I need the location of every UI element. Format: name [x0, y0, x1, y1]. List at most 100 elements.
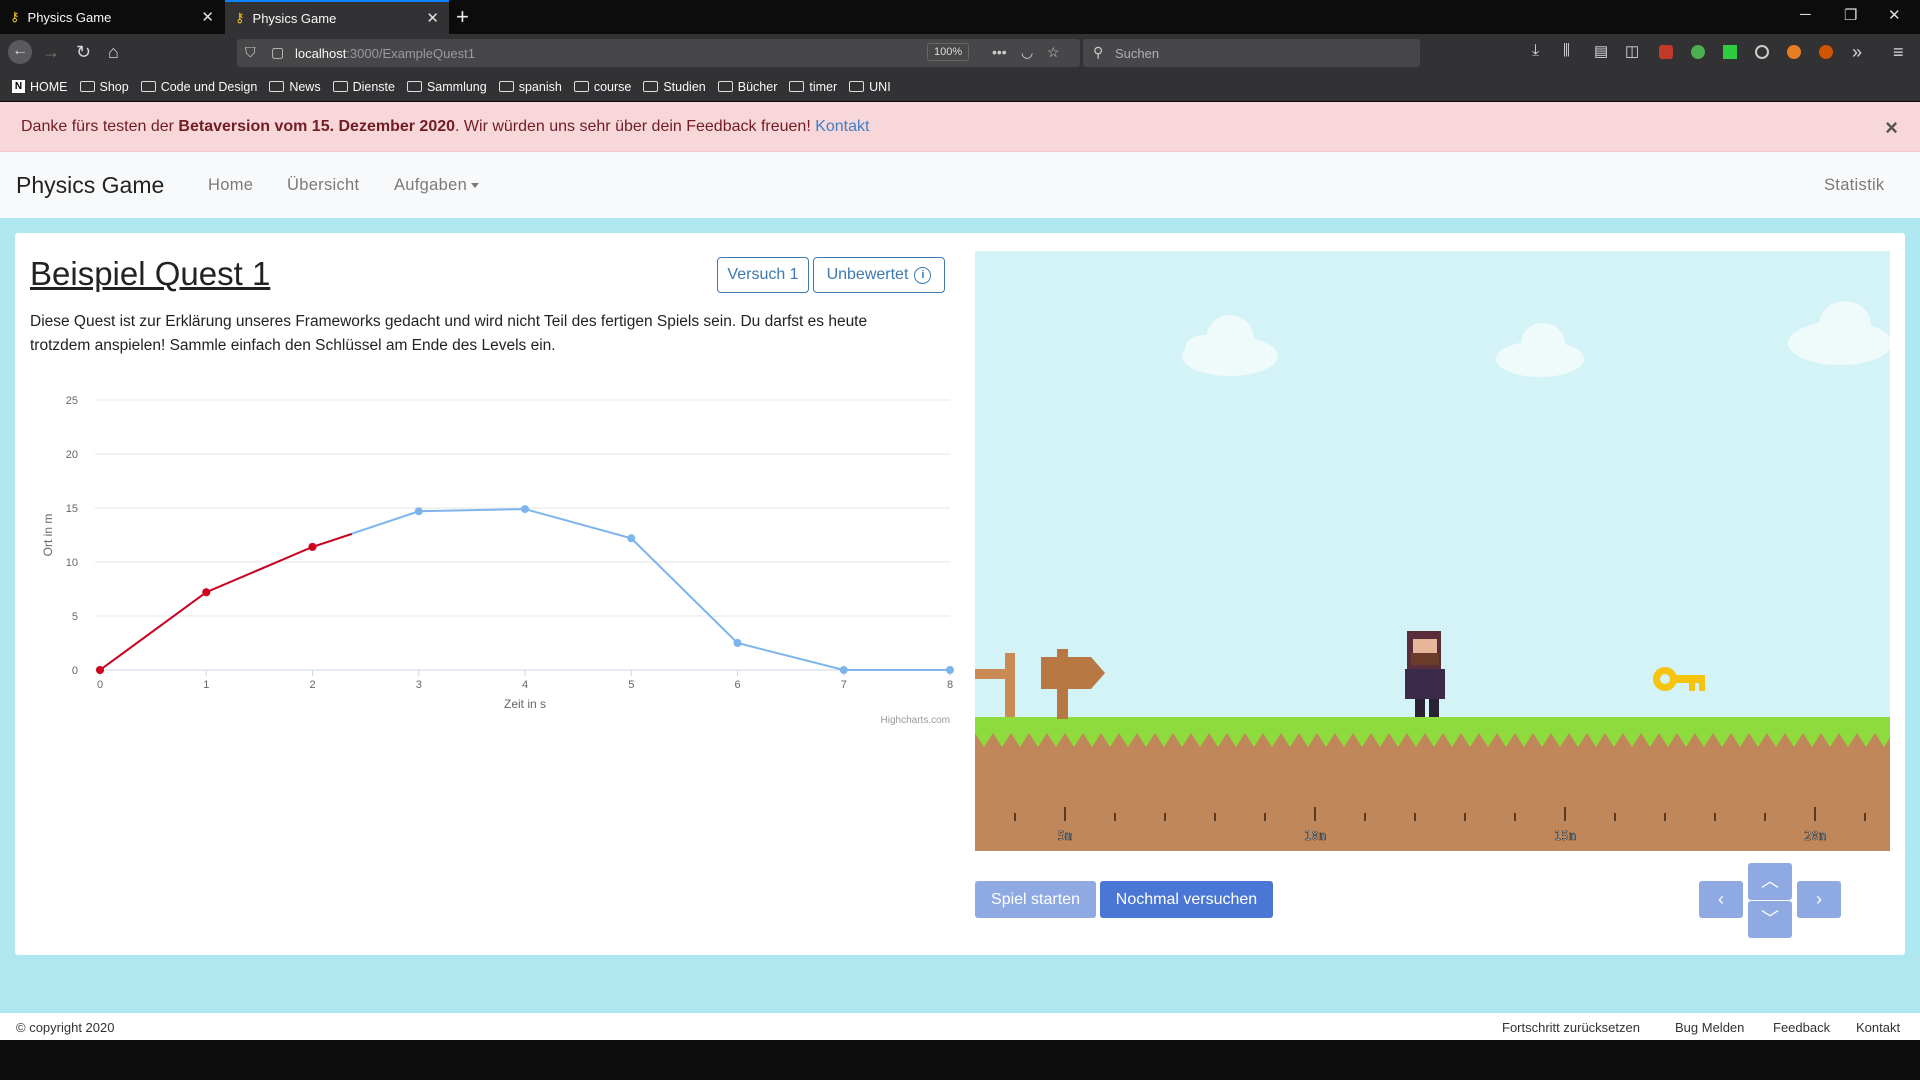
more-icon[interactable]: •••: [992, 44, 1007, 60]
home-icon[interactable]: ⌂: [108, 42, 119, 63]
bug-report-link[interactable]: Bug Melden: [1675, 1020, 1744, 1035]
sidebar-icon[interactable]: ◫: [1625, 42, 1639, 60]
bookmark-folder[interactable]: UNI: [849, 80, 891, 94]
data-point: [202, 588, 211, 597]
retry-button[interactable]: Nochmal versuchen: [1100, 881, 1273, 918]
url-bar[interactable]: ⛉ ▢ localhost:3000/ExampleQuest1 100% ••…: [237, 39, 1080, 67]
bookmark-folder[interactable]: Shop: [79, 80, 129, 94]
alert-text: . Wir würden uns sehr über dein Feedback…: [455, 118, 816, 135]
close-tab-icon[interactable]: ✕: [201, 8, 214, 26]
chevron-down-icon: ﹀: [1761, 909, 1779, 929]
ruler-label: 10m: [1304, 829, 1326, 843]
page-content: Danke fürs testen der Betaversion vom 15…: [0, 102, 1920, 1041]
y-tick-label: 15: [66, 503, 78, 515]
reset-progress-link[interactable]: Fortschritt zurücksetzen: [1502, 1020, 1640, 1035]
browser-tab-active[interactable]: ⚷ Physics Game ✕: [225, 0, 449, 34]
forward-icon[interactable]: →: [42, 42, 60, 63]
minimize-icon[interactable]: ─: [1800, 6, 1811, 23]
data-point: [627, 534, 636, 543]
search-icon: ⚲: [1093, 44, 1104, 60]
bookmark-item[interactable]: N HOME: [12, 80, 68, 94]
brand-logo[interactable]: Physics Game: [16, 172, 164, 199]
restore-icon[interactable]: ❐: [1844, 6, 1857, 24]
download-icon[interactable]: ⤓: [1532, 42, 1539, 60]
folder-icon: [406, 81, 422, 92]
ruler-label: 15m: [1554, 829, 1576, 843]
x-tick-label: 4: [522, 679, 528, 691]
left-arrow-button[interactable]: ‹: [1699, 881, 1743, 918]
data-point: [733, 639, 742, 647]
overflow-icon[interactable]: »: [1852, 42, 1862, 63]
folder-icon: [269, 81, 285, 92]
menu-icon[interactable]: ≡: [1893, 42, 1904, 63]
contact-link[interactable]: Kontakt: [815, 118, 869, 135]
pocket-icon[interactable]: ◡: [1021, 44, 1033, 61]
close-icon[interactable]: ×: [1885, 115, 1898, 141]
chevron-up-icon: ︿: [1761, 871, 1779, 891]
position-time-chart: 0 5 10 15 20 25 0 1 2 3 4 5 6 7 8 Zeit in s Ort in m High…: [41, 395, 954, 726]
reload-icon[interactable]: ↻: [76, 42, 91, 63]
rating-button[interactable]: Unbewertet i: [813, 257, 945, 293]
right-arrow-button[interactable]: ›: [1797, 881, 1841, 918]
chevron-right-icon: ›: [1816, 889, 1822, 909]
bookmark-folder[interactable]: spanish: [498, 80, 562, 94]
cloud-icon: [1496, 323, 1584, 377]
feedback-link[interactable]: Feedback: [1773, 1020, 1830, 1035]
close-tab-icon[interactable]: ✕: [426, 9, 439, 27]
cloud-icon: [1182, 315, 1278, 376]
bookmark-folder[interactable]: Bücher: [717, 80, 777, 94]
folder-icon: [79, 81, 95, 92]
browser-tab[interactable]: ⚷ Physics Game ✕: [0, 0, 224, 34]
bookmark-folder[interactable]: News: [269, 80, 321, 94]
bookmark-folder[interactable]: Dienste: [332, 80, 395, 94]
data-point: [414, 507, 423, 516]
x-tick-label: 6: [734, 679, 740, 691]
back-icon[interactable]: ←: [8, 40, 32, 64]
bookmark-folder[interactable]: Studien: [643, 80, 706, 94]
folder-icon: [717, 81, 733, 92]
attempt-button[interactable]: Versuch 1: [717, 257, 809, 293]
y-tick-label: 0: [72, 665, 78, 677]
down-arrow-button[interactable]: ﹀: [1748, 901, 1792, 938]
contact-footer-link[interactable]: Kontakt: [1856, 1020, 1900, 1035]
extension-icon[interactable]: [1819, 45, 1833, 59]
zoom-level[interactable]: 100%: [927, 43, 970, 61]
y-tick-label: 10: [66, 557, 78, 569]
shield-icon[interactable]: ⛉: [245, 44, 256, 61]
search-input[interactable]: ⚲ Suchen: [1083, 39, 1420, 67]
game-canvas[interactable]: 5m 10m 15m 20m: [975, 251, 1890, 851]
reader-icon[interactable]: ▤: [1594, 42, 1608, 60]
bookmark-folder[interactable]: course: [573, 80, 631, 94]
extension-icon[interactable]: [1723, 45, 1737, 59]
copyright: © copyright 2020: [16, 1020, 115, 1035]
data-point: [839, 666, 848, 674]
tab-title: Physics Game: [27, 9, 112, 25]
up-arrow-button[interactable]: ︿: [1748, 863, 1792, 900]
x-tick-label: 5: [628, 679, 634, 691]
quest-title: Beispiel Quest 1: [30, 255, 271, 292]
bookmark-folder[interactable]: Sammlung: [406, 80, 487, 94]
nav-home[interactable]: Home: [208, 176, 253, 195]
account-icon[interactable]: [1755, 45, 1769, 59]
ublock-icon[interactable]: [1659, 45, 1673, 59]
ruler-label: 20m: [1804, 829, 1826, 843]
extension-icon[interactable]: [1787, 45, 1801, 59]
y-tick-label: 20: [66, 449, 78, 461]
window-close-icon[interactable]: ✕: [1888, 6, 1901, 24]
library-icon[interactable]: ⫼: [1563, 42, 1570, 59]
x-axis-label: Zeit in s: [504, 697, 546, 711]
extension-icon[interactable]: [1691, 45, 1705, 59]
bookmark-folder[interactable]: timer: [789, 80, 837, 94]
nav-overview[interactable]: Übersicht: [287, 176, 359, 195]
nav-tasks-dropdown[interactable]: Aufgaben: [394, 176, 480, 195]
folder-icon: [849, 81, 865, 92]
site-navbar: Physics Game Home Übersicht Aufgaben Sta…: [0, 152, 1920, 218]
star-icon[interactable]: ☆: [1047, 44, 1060, 61]
x-tick-label: 3: [416, 679, 422, 691]
nav-statistics[interactable]: Statistik: [1824, 176, 1884, 195]
key-icon: [1653, 667, 1705, 691]
data-point: [946, 666, 954, 674]
bookmark-folder[interactable]: Code und Design: [140, 80, 257, 94]
start-game-button[interactable]: Spiel starten: [975, 881, 1096, 918]
new-tab-icon[interactable]: +: [456, 4, 469, 30]
